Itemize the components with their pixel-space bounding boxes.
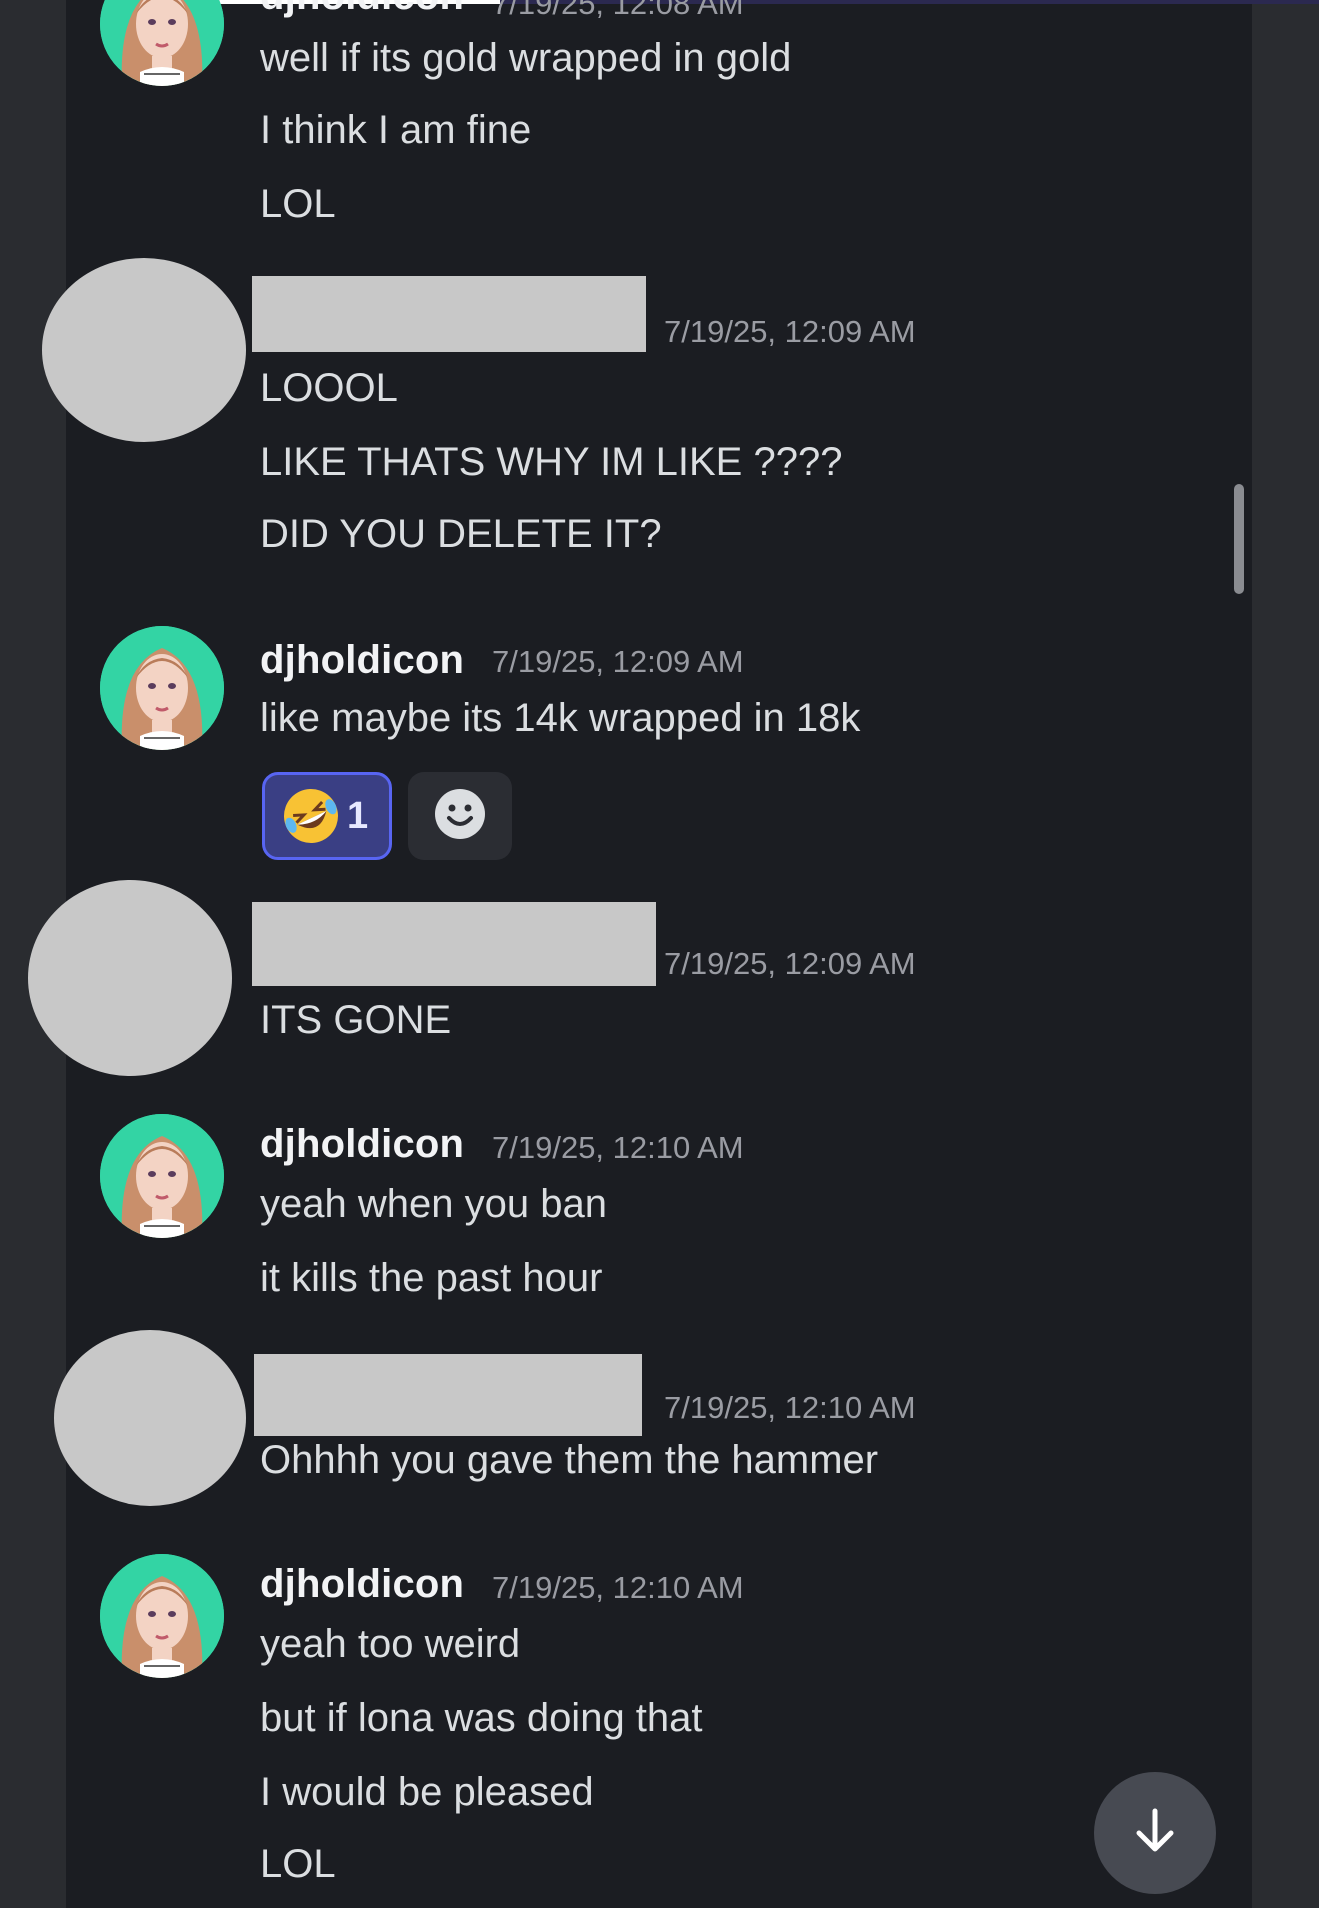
jump-to-present-button[interactable] [1094,1772,1216,1894]
redacted-avatar[interactable] [54,1330,246,1506]
redacted-username[interactable] [252,902,656,986]
message-text: like maybe its 14k wrapped in 18k [260,696,861,740]
arrow-down-icon [1127,1803,1183,1864]
message-text: DID YOU DELETE IT? [260,512,662,556]
redacted-avatar[interactable] [28,880,232,1076]
message-text: I think I am fine [260,108,532,152]
avatar[interactable] [100,1114,224,1238]
message-author[interactable]: djholdicon [260,0,464,19]
scrollbar-thumb[interactable] [1234,484,1244,594]
redacted-username[interactable] [254,1354,642,1436]
avatar[interactable] [100,1554,224,1678]
message-timestamp: 7/19/25, 12:09 AM [664,314,916,349]
add-reaction-button[interactable] [408,772,512,860]
message-author[interactable]: djholdicon [260,1562,464,1607]
message-timestamp: 7/19/25, 12:09 AM [492,644,744,679]
smiley-face-icon [434,788,486,845]
message-text: LOL [260,182,336,226]
reaction-count: 1 [347,794,369,837]
message-author[interactable]: djholdicon [260,638,464,683]
message-timestamp: 7/19/25, 12:10 AM [492,1570,744,1605]
message-text: but if lona was doing that [260,1696,703,1740]
message-timestamp: 7/19/25, 12:08 AM [492,0,744,21]
reaction-chip[interactable]: 1 [262,772,392,860]
chat-panel [66,0,1252,1908]
right-gutter [1252,0,1319,1908]
redacted-username[interactable] [252,276,646,352]
redacted-avatar[interactable] [42,258,246,442]
message-text: it kills the past hour [260,1256,603,1300]
message-text: I would be pleased [260,1770,594,1814]
message-text: ITS GONE [260,998,452,1042]
message-text: LOOOL [260,366,398,410]
message-author[interactable]: djholdicon [260,1122,464,1167]
message-text: well if its gold wrapped in gold [260,36,792,80]
message-text: LIKE THATS WHY IM LIKE ???? [260,440,843,484]
message-text: yeah when you ban [260,1182,607,1226]
message-timestamp: 7/19/25, 12:10 AM [492,1130,744,1165]
message-text: LOL [260,1842,336,1886]
message-text: yeah too weird [260,1622,521,1666]
rolling-on-floor-laughing-icon [281,786,341,846]
message-timestamp: 7/19/25, 12:09 AM [664,946,916,981]
message-timestamp: 7/19/25, 12:10 AM [664,1390,916,1425]
message-text: Ohhhh you gave them the hammer [260,1438,879,1482]
avatar[interactable] [100,626,224,750]
